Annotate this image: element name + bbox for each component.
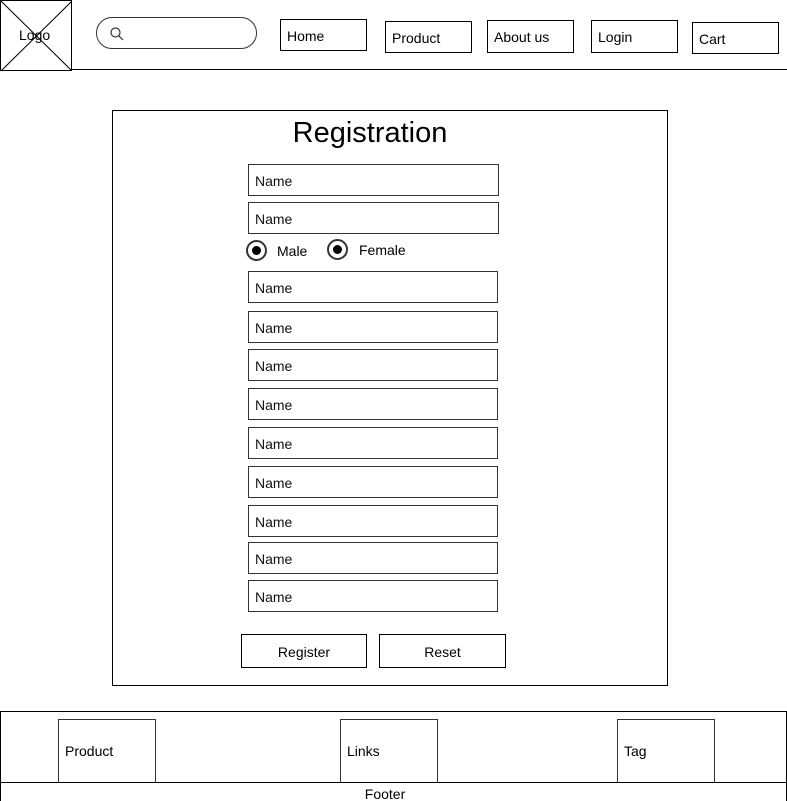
page-title: Registration [292, 117, 448, 149]
text-field[interactable]: Name [248, 349, 498, 381]
radio-female[interactable] [327, 239, 348, 260]
radio-dot [333, 245, 342, 254]
text-field[interactable]: Name [248, 505, 498, 537]
radio-label-female: Female [359, 242, 406, 258]
text-field[interactable]: Name [248, 388, 498, 420]
footer-divider [0, 782, 787, 783]
text-field[interactable]: Name [248, 202, 499, 234]
radio-label-male: Male [277, 243, 308, 259]
text-field[interactable]: Name [248, 580, 498, 612]
search-input[interactable] [96, 17, 257, 49]
nav-product-button[interactable]: Product [385, 21, 472, 53]
nav-home-button[interactable]: Home [280, 19, 367, 51]
footer-label: Footer [364, 786, 406, 801]
header-divider [0, 69, 787, 70]
logo[interactable]: Logo [0, 0, 72, 71]
nav-cart-button[interactable]: Cart [692, 22, 779, 54]
text-field[interactable]: Name [248, 271, 498, 303]
text-field[interactable]: Name [248, 311, 498, 343]
text-field[interactable]: Name [248, 466, 498, 498]
nav-login-button[interactable]: Login [591, 20, 678, 53]
search-icon [110, 27, 124, 41]
text-field[interactable]: Name [248, 542, 498, 574]
register-button[interactable]: Register [241, 634, 367, 668]
text-field[interactable]: Name [248, 164, 499, 196]
radio-dot [252, 246, 261, 255]
radio-male[interactable] [246, 240, 267, 261]
footer-tag-link[interactable]: Tag [617, 719, 715, 783]
footer-product-link[interactable]: Product [58, 719, 156, 783]
footer-links-link[interactable]: Links [340, 719, 438, 783]
logo-label: Logo [19, 27, 51, 43]
nav-about-button[interactable]: About us [487, 20, 574, 53]
reset-button[interactable]: Reset [379, 634, 506, 668]
text-field[interactable]: Name [248, 427, 498, 459]
